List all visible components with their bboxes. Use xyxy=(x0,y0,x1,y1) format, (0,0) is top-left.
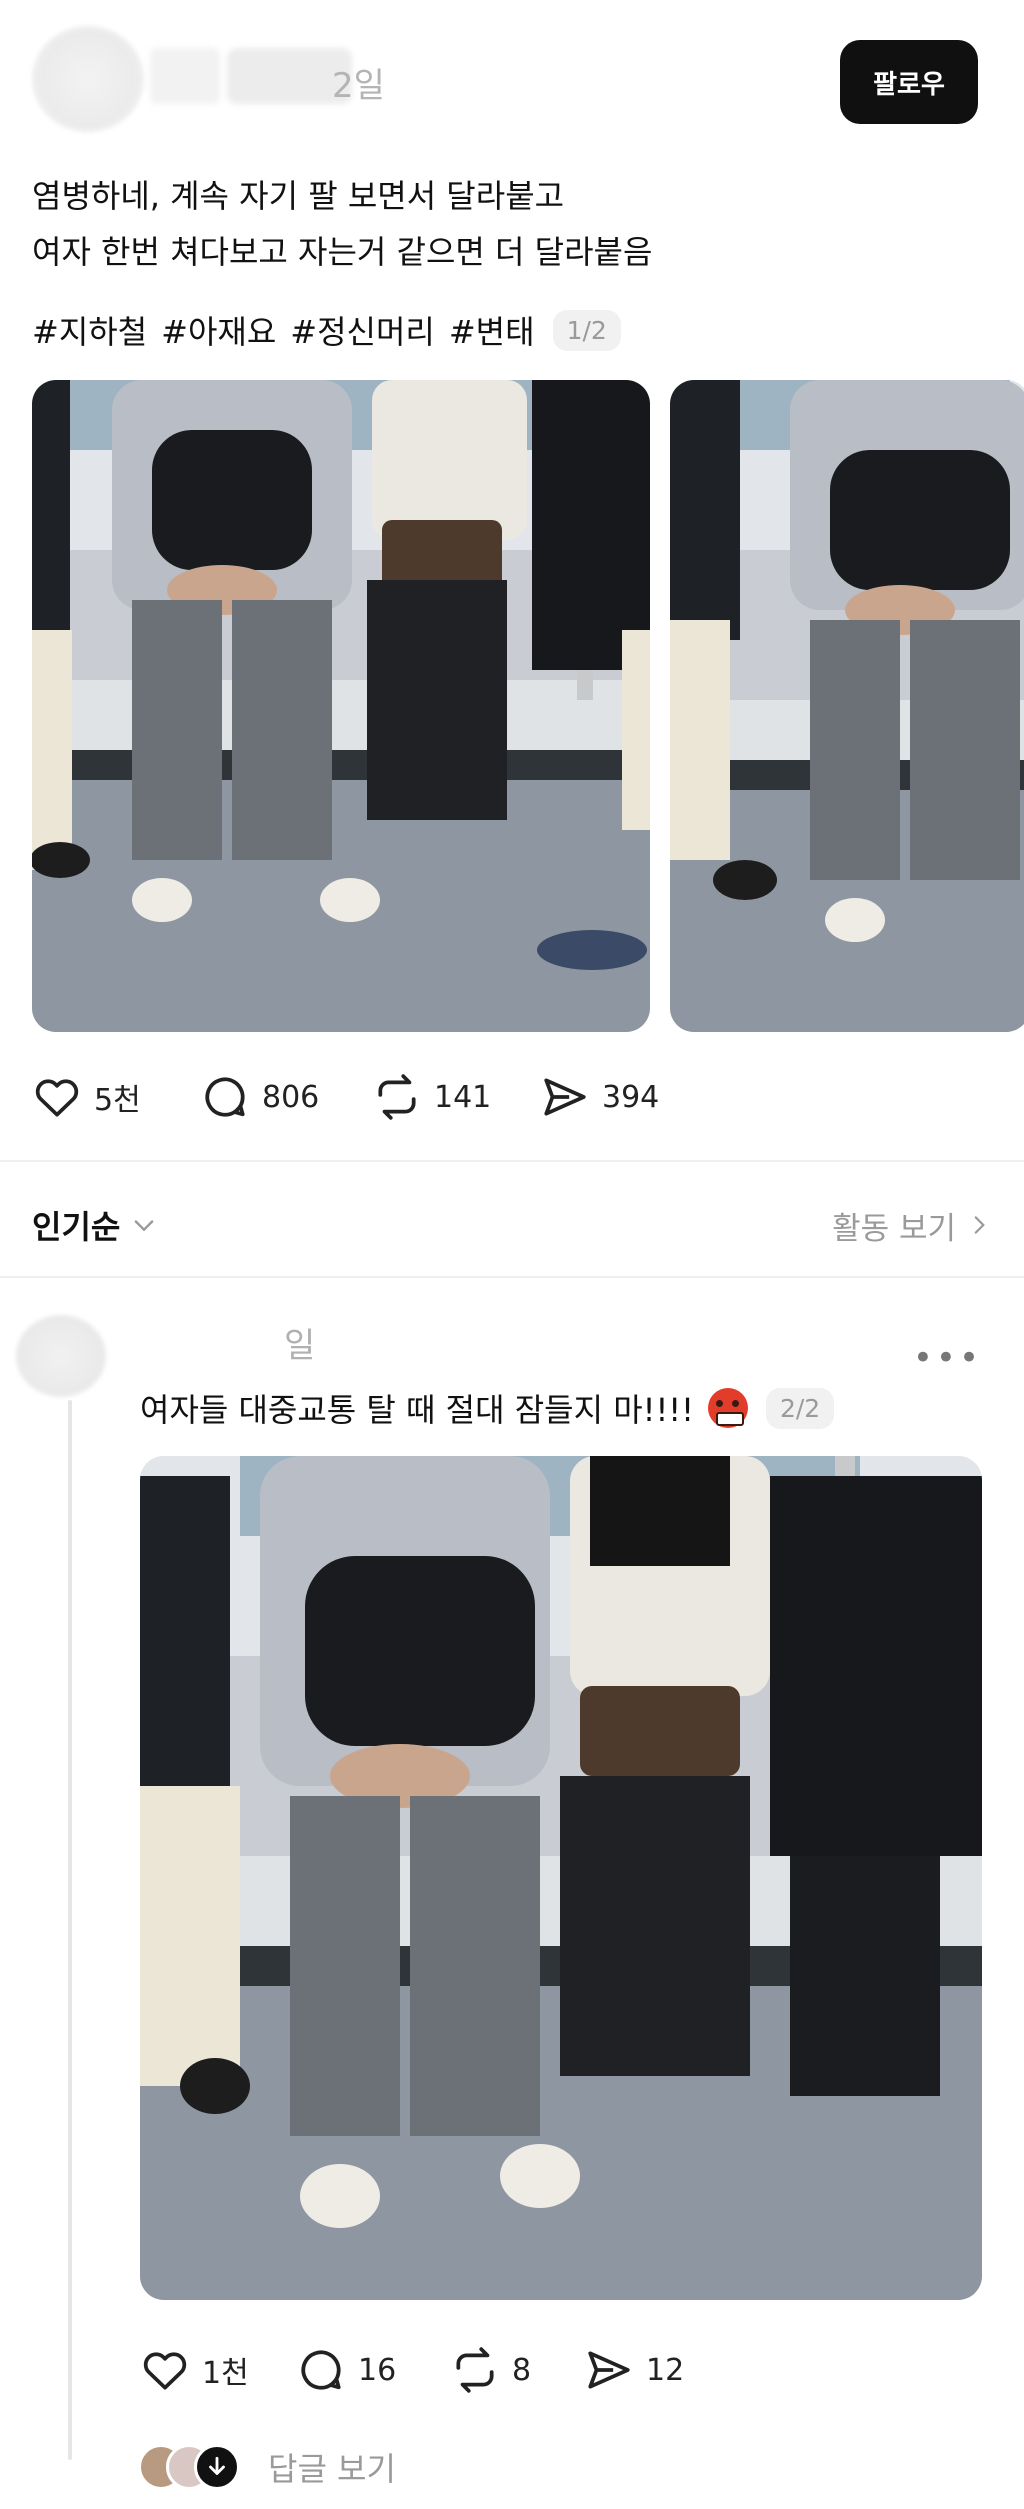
replier-avatars xyxy=(138,2444,248,2490)
subway-photo-image xyxy=(140,1456,982,2300)
reply-body: 여자들 대중교통 탈 때 절대 잠들지 마!!!! 2/2 xyxy=(140,1380,835,1436)
comment-icon xyxy=(205,1077,245,1117)
share-button[interactable]: 394 xyxy=(540,1072,659,1122)
repost-icon xyxy=(456,2347,494,2393)
subway-photo-image xyxy=(32,380,650,1032)
chevron-down-icon xyxy=(134,1220,154,1232)
view-replies-label: 답글 보기 xyxy=(268,2450,396,2488)
share-count: 12 xyxy=(646,2352,685,2388)
like-button[interactable]: 5천 xyxy=(32,1072,200,1122)
sort-bar: 인기순 활동 보기 xyxy=(32,1195,992,1255)
post-action-bar: 5천 806 141 394 xyxy=(32,1072,659,1122)
share-icon xyxy=(588,2351,630,2389)
author-avatar[interactable] xyxy=(32,26,144,132)
page-indicator-badge: 1/2 xyxy=(552,309,621,351)
heart-icon xyxy=(35,1079,79,1117)
comment-icon xyxy=(301,2350,341,2390)
activity-link-label: 활동 보기 xyxy=(832,1210,956,1247)
post-header: 2일 팔로우 xyxy=(32,22,992,132)
comment-button[interactable]: 16 xyxy=(296,2345,450,2395)
chevron-right-icon xyxy=(974,1216,985,1234)
divider xyxy=(0,1160,1024,1162)
hashtag-link[interactable]: #변태 xyxy=(449,307,535,353)
like-button[interactable]: 1천 xyxy=(140,2345,296,2395)
arrow-down-icon xyxy=(194,2444,240,2490)
comment-count: 16 xyxy=(358,2352,397,2388)
follow-button[interactable]: 팔로우 xyxy=(840,40,978,124)
post-photo[interactable] xyxy=(670,380,1024,1032)
hashtag-row: #지하철 #아재요 #정신머리 #변태 1/2 xyxy=(32,300,621,360)
subway-photo-image xyxy=(670,380,1024,1032)
repost-button[interactable]: 8 xyxy=(450,2345,584,2395)
post-text-line: 염병하네, 계속 자기 팔 보면서 달라붙고 xyxy=(32,177,565,215)
comment-count: 806 xyxy=(262,1079,320,1115)
reply-author-avatar[interactable] xyxy=(16,1315,106,1397)
post-time: 2일 xyxy=(332,66,385,106)
repost-count: 8 xyxy=(512,2352,532,2388)
sort-label: 인기순 xyxy=(32,1208,121,1246)
heart-icon xyxy=(143,2352,187,2390)
hashtag-link[interactable]: #아재요 xyxy=(161,307,276,353)
more-icon[interactable]: ••• xyxy=(913,1338,982,1378)
post-text-line: 여자 한번 쳐다보고 자는거 같으면 더 달라붙음 xyxy=(32,233,653,271)
comment-button[interactable]: 806 xyxy=(200,1072,372,1122)
author-name-blurred[interactable] xyxy=(150,48,220,104)
page-indicator-badge: 2/2 xyxy=(765,1387,835,1429)
sort-dropdown[interactable]: 인기순 xyxy=(32,1202,158,1248)
post-body: 염병하네, 계속 자기 팔 보면서 달라붙고 여자 한번 쳐다보고 자는거 같으… xyxy=(32,168,982,280)
view-activity-link[interactable]: 활동 보기 xyxy=(832,1203,992,1248)
reply-photo[interactable] xyxy=(140,1456,982,2300)
reply-action-bar: 1천 16 8 12 xyxy=(140,2345,684,2395)
like-count: 5천 xyxy=(94,1083,141,1118)
thread-line xyxy=(68,1400,72,2460)
share-icon xyxy=(544,1078,586,1116)
view-replies-row[interactable]: 답글 보기 xyxy=(138,2438,396,2496)
reply-text: 여자들 대중교통 탈 때 절대 잠들지 마!!!! xyxy=(140,1391,694,1429)
angry-face-emoji xyxy=(707,1388,748,1428)
like-count: 1천 xyxy=(202,2356,249,2391)
reply-time: 일 xyxy=(284,1326,316,1366)
hashtag-link[interactable]: #정신머리 xyxy=(290,307,435,353)
divider xyxy=(0,1276,1024,1278)
share-button[interactable]: 12 xyxy=(584,2345,684,2395)
share-count: 394 xyxy=(602,1079,660,1115)
post-photo[interactable] xyxy=(32,380,650,1032)
repost-icon xyxy=(378,1074,416,1120)
repost-count: 141 xyxy=(434,1079,492,1115)
repost-button[interactable]: 141 xyxy=(372,1072,540,1122)
hashtag-link[interactable]: #지하철 xyxy=(32,307,147,353)
